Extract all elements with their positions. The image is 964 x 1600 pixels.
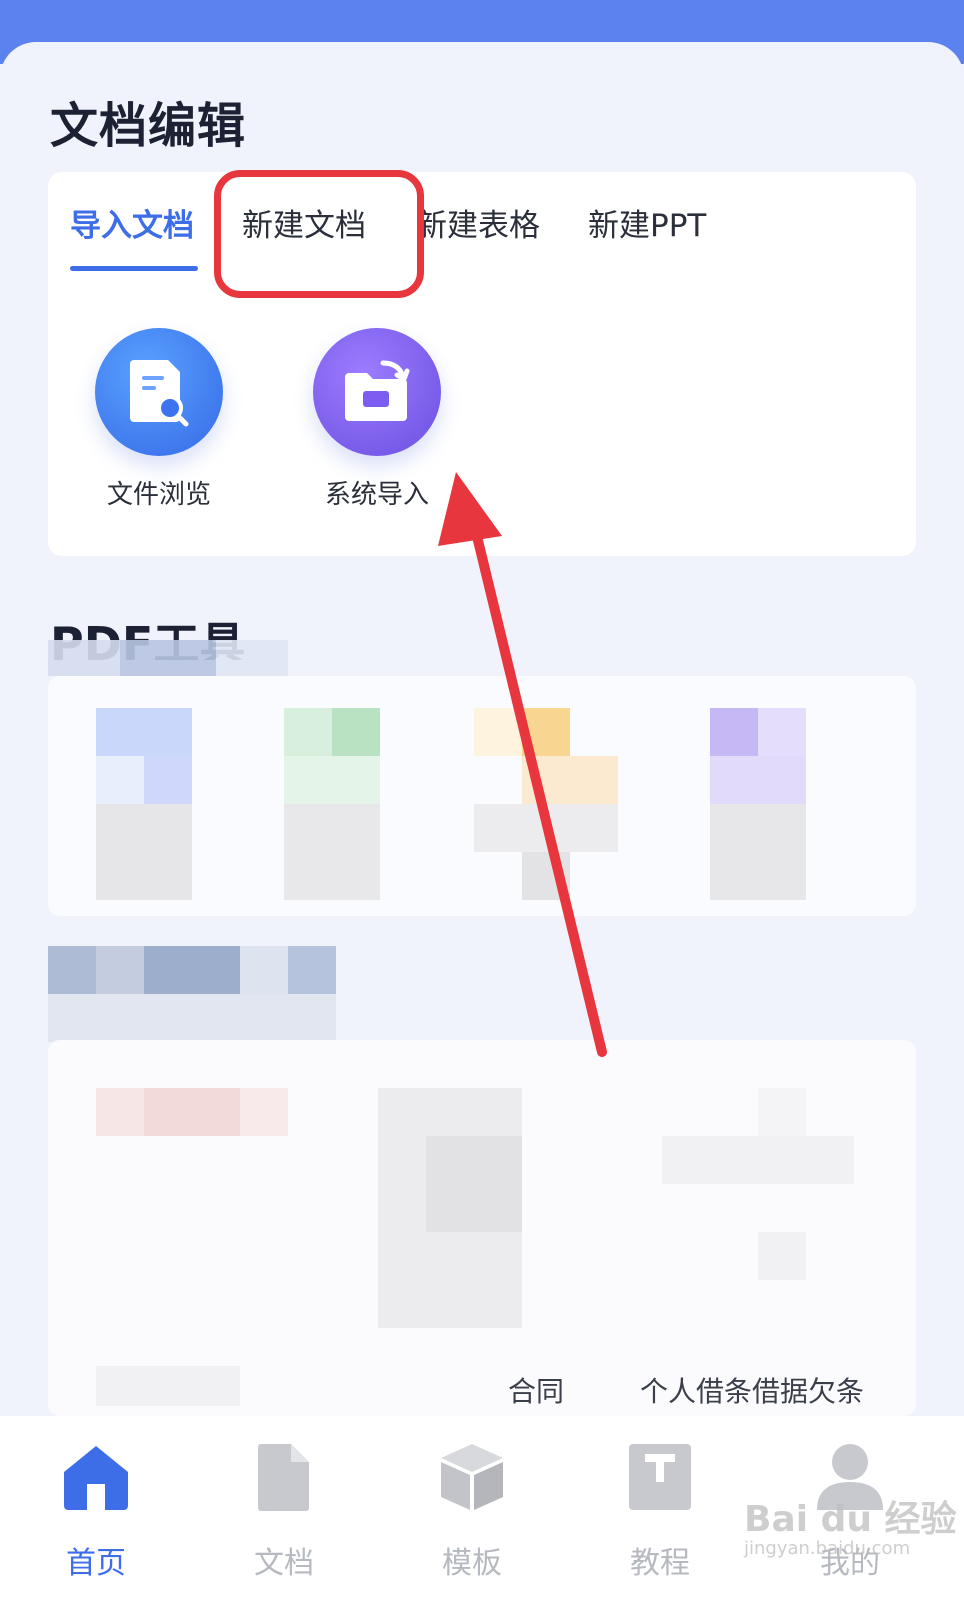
tutorial-book-icon: [629, 1444, 691, 1510]
tab-new-document[interactable]: 新建文档: [242, 200, 366, 245]
system-import-button[interactable]: 系统导入: [292, 328, 462, 511]
nav-tutorials[interactable]: 教程: [600, 1440, 720, 1582]
document-search-icon: [95, 328, 223, 456]
pixelated-pdf-tools: [48, 676, 916, 916]
file-browse-button[interactable]: 文件浏览: [74, 328, 244, 511]
tab-new-spreadsheet[interactable]: 新建表格: [416, 200, 540, 245]
home-icon: [64, 1446, 128, 1510]
template-title-right: 个人借条借据欠条: [640, 1375, 865, 1408]
section-title: 文档编辑: [50, 86, 276, 160]
document-icon: [258, 1444, 309, 1511]
file-browse-label: 文件浏览: [106, 480, 211, 510]
nav-home[interactable]: 首页: [36, 1440, 156, 1582]
watermark-brand: Bai du 经验: [744, 1499, 957, 1540]
template-title-left: 合同: [508, 1375, 565, 1408]
nav-documents[interactable]: 文档: [224, 1440, 344, 1582]
nav-home-label: 首页: [66, 1546, 126, 1581]
tab-import-document[interactable]: 导入文档: [70, 200, 194, 245]
pixelated-band: [48, 640, 288, 676]
baidu-watermark: Bai du 经验 jingyan.baidu.com: [744, 1490, 964, 1580]
tab-bar: 导入文档 新建文档 新建表格 新建PPT: [48, 200, 916, 270]
pixelated-heading: [48, 946, 336, 1042]
system-import-label: 系统导入: [324, 480, 429, 510]
nav-templates[interactable]: 模板: [412, 1440, 532, 1582]
nav-templates-label: 模板: [442, 1546, 502, 1581]
nav-documents-label: 文档: [254, 1546, 314, 1581]
active-tab-indicator: [70, 266, 198, 271]
pixelated-templates: 合同 个人借条借据欠条: [48, 1040, 916, 1416]
nav-tutorials-label: 教程: [630, 1546, 690, 1581]
folder-import-icon: [313, 328, 441, 456]
tab-new-ppt[interactable]: 新建PPT: [588, 200, 706, 245]
template-box-icon: [441, 1444, 503, 1510]
